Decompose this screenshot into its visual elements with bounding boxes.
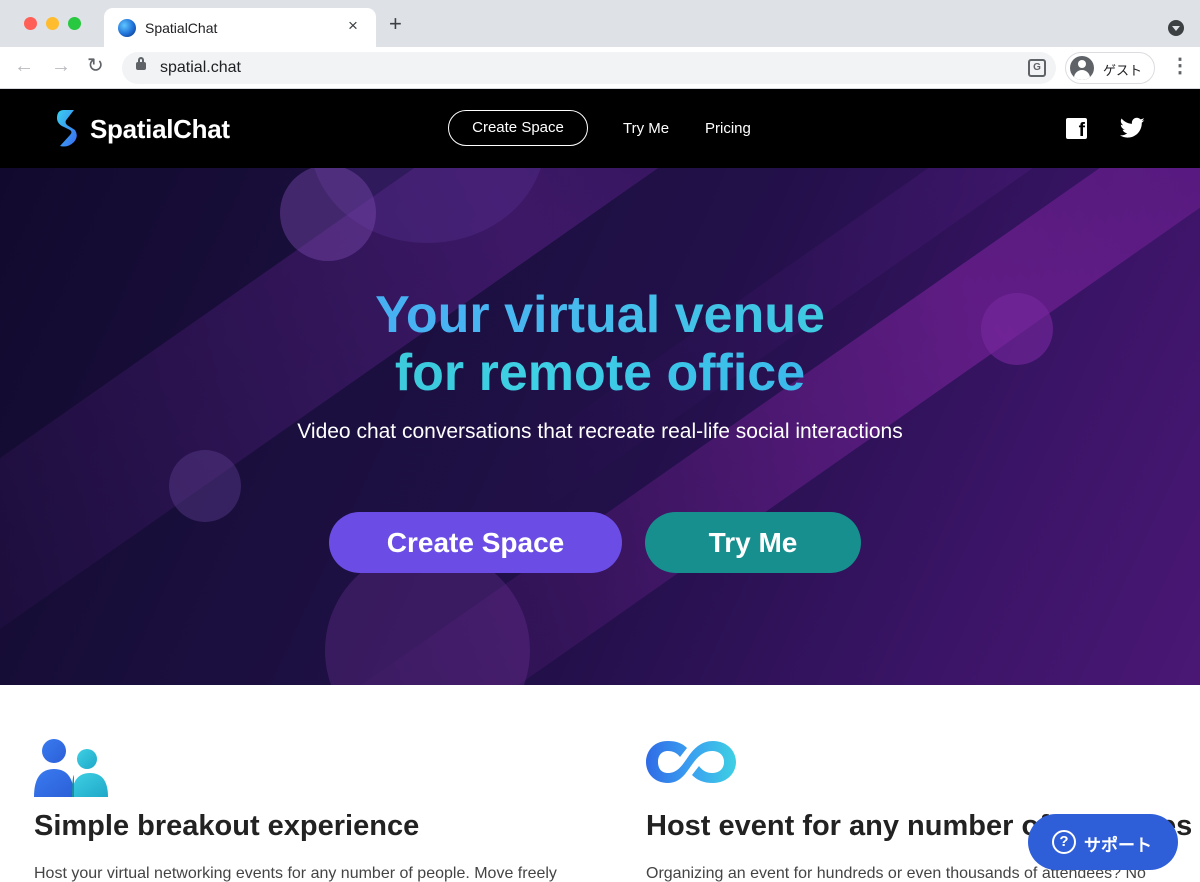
tab-close-icon[interactable]: × bbox=[348, 16, 358, 36]
help-icon: ? bbox=[1052, 830, 1076, 854]
infinity-icon bbox=[646, 741, 736, 783]
translate-icon[interactable]: G bbox=[1028, 59, 1046, 77]
new-tab-button[interactable]: + bbox=[389, 13, 402, 35]
hero-subtitle: Video chat conversations that recreate r… bbox=[297, 420, 903, 443]
header-pricing-link[interactable]: Pricing bbox=[705, 120, 751, 137]
header-try-me-link[interactable]: Try Me bbox=[623, 120, 669, 137]
hero-title: Your virtual venue for remote office bbox=[0, 286, 1200, 402]
hero-title-line2: for remote office bbox=[0, 344, 1200, 402]
back-icon[interactable]: ← bbox=[14, 56, 34, 76]
support-label: サポート bbox=[1084, 836, 1152, 856]
reload-icon[interactable]: ↻ bbox=[87, 56, 104, 76]
people-icon bbox=[34, 739, 108, 797]
hero-try-me-button[interactable]: Try Me bbox=[645, 512, 861, 573]
spatialchat-logo-icon bbox=[57, 110, 77, 147]
tab-search-icon[interactable] bbox=[1168, 20, 1184, 36]
browser-menu-icon[interactable]: ⋮ bbox=[1170, 56, 1190, 76]
logo-text: SpatialChat bbox=[90, 114, 230, 144]
feature-title: Simple breakout experience bbox=[34, 810, 420, 842]
maximize-window-button[interactable] bbox=[68, 17, 81, 30]
hero-section: Your virtual venue for remote office Vid… bbox=[0, 168, 1200, 685]
facebook-glyph: f bbox=[1078, 120, 1085, 139]
forward-icon[interactable]: → bbox=[51, 56, 71, 76]
features-section: Simple breakout experience Host your vir… bbox=[0, 685, 1200, 882]
browser-toolbar: ← → ↻ spatial.chat G ゲスト ⋮ bbox=[0, 47, 1200, 89]
facebook-icon[interactable]: f bbox=[1066, 118, 1087, 139]
browser-tab-bar: SpatialChat × + bbox=[0, 0, 1200, 47]
close-window-button[interactable] bbox=[24, 17, 37, 30]
feature-text: Host your virtual networking events for … bbox=[34, 865, 557, 882]
hero-title-line1: Your virtual venue bbox=[0, 286, 1200, 344]
profile-button[interactable]: ゲスト bbox=[1065, 52, 1155, 84]
site-header: SpatialChat Create Space Try Me Pricing … bbox=[0, 89, 1200, 168]
hero-create-space-button[interactable]: Create Space bbox=[329, 512, 622, 573]
header-create-space-button[interactable]: Create Space bbox=[448, 110, 588, 146]
avatar-icon bbox=[1070, 56, 1094, 80]
tab-title: SpatialChat bbox=[145, 20, 218, 36]
url-text[interactable]: spatial.chat bbox=[160, 59, 241, 77]
lock-icon[interactable] bbox=[136, 57, 146, 70]
address-bar[interactable]: spatial.chat G bbox=[122, 52, 1056, 84]
hero-decor-circle bbox=[280, 168, 376, 261]
twitter-icon[interactable] bbox=[1120, 117, 1145, 139]
profile-label: ゲスト bbox=[1103, 64, 1143, 79]
browser-tab[interactable]: SpatialChat × bbox=[104, 8, 376, 47]
support-button[interactable]: ? サポート bbox=[1028, 814, 1178, 870]
favicon-icon bbox=[118, 19, 136, 37]
hero-decor-circle bbox=[169, 450, 241, 522]
minimize-window-button[interactable] bbox=[46, 17, 59, 30]
